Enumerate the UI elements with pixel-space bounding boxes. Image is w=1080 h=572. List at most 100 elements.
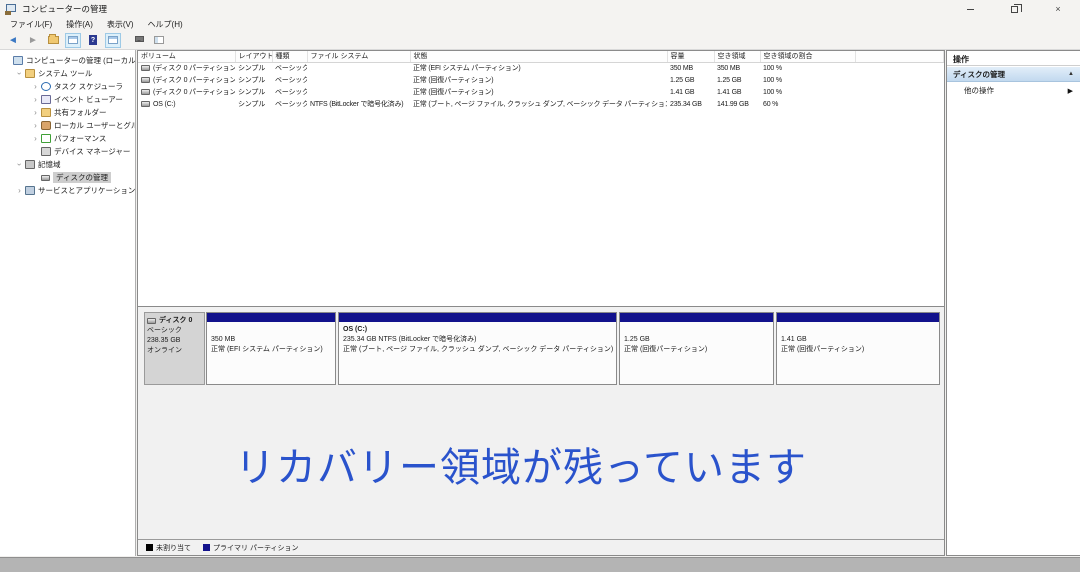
shared-folders-icon	[41, 108, 51, 117]
up-folder-button[interactable]	[45, 33, 61, 48]
disk-management-view: ボリューム レイアウト 種類 ファイル システム 状態 容量 空き領域 空き領域…	[137, 50, 945, 556]
col-free-percent[interactable]: 空き領域の割合	[760, 51, 855, 62]
disk-0-label[interactable]: ディスク 0 ベーシック 238.35 GB オンライン	[144, 312, 205, 385]
menu-help[interactable]: ヘルプ(H)	[141, 19, 190, 30]
expand-arrow-icon[interactable]: ›	[14, 186, 25, 195]
disk-status: オンライン	[147, 346, 202, 356]
disk-type: ベーシック	[147, 326, 202, 336]
volume-row[interactable]: (ディスク 0 パーティション 5) シンプル ベーシック 正常 (回復パーティ…	[138, 86, 944, 98]
context-menu-button[interactable]	[131, 33, 147, 48]
close-icon: ×	[1055, 4, 1060, 14]
forward-arrow-icon: ►	[28, 35, 38, 46]
col-free-space[interactable]: 空き領域	[714, 51, 760, 62]
partition-recovery-1[interactable]: 1.25 GB 正常 (回復パーティション)	[619, 312, 774, 385]
partition-color-band	[207, 313, 335, 322]
help-button[interactable]: ?	[85, 33, 101, 48]
actions-section-disk-management[interactable]: ディスクの管理 ▲	[947, 66, 1080, 82]
help-icon: ?	[89, 35, 97, 45]
menu-view[interactable]: 表示(V)	[100, 19, 141, 30]
expand-arrow-icon[interactable]: ›	[30, 95, 41, 104]
performance-icon	[41, 134, 51, 143]
volume-icon	[141, 65, 150, 71]
expand-arrow-icon[interactable]: ›	[30, 108, 41, 117]
title-bar: コンピューターの管理 ×	[0, 0, 1080, 18]
disk-icon	[147, 318, 156, 324]
computer-icon	[13, 56, 23, 65]
services-icon	[25, 186, 35, 195]
volume-row[interactable]: (ディスク 0 パーティション 4) シンプル ベーシック 正常 (回復パーティ…	[138, 74, 944, 86]
restore-icon	[1011, 6, 1018, 13]
legend-primary-partition: プライマリ パーティション	[203, 543, 299, 553]
tree-item-storage[interactable]: › 記憶域	[0, 158, 135, 171]
tree-item-local-users-groups[interactable]: › ローカル ユーザーとグループ	[0, 119, 135, 132]
show-action-pane-button[interactable]	[105, 33, 121, 48]
disk-size: 238.35 GB	[147, 336, 202, 346]
tree-item-task-scheduler[interactable]: › タスク スケジューラ	[0, 80, 135, 93]
partition-color-band	[777, 313, 939, 322]
col-layout[interactable]: レイアウト	[235, 51, 272, 62]
partition-color-band	[620, 313, 773, 322]
collapse-arrow-icon[interactable]: ›	[14, 160, 25, 169]
col-volume[interactable]: ボリューム	[138, 51, 235, 62]
back-button[interactable]: ◄	[5, 33, 21, 48]
partition-legend: 未割り当て プライマリ パーティション	[138, 539, 944, 555]
collapse-arrow-icon[interactable]: ›	[14, 69, 25, 78]
show-console-tree-button[interactable]	[65, 33, 81, 48]
local-users-icon	[41, 121, 51, 130]
tree-item-event-viewer[interactable]: › イベント ビューアー	[0, 93, 135, 106]
task-scheduler-icon	[41, 82, 51, 91]
more-actions-item[interactable]: 他の操作 ▶	[947, 82, 1080, 99]
system-tools-icon	[25, 69, 35, 78]
properties-pane-button[interactable]	[151, 33, 167, 48]
volume-row[interactable]: OS (C:) シンプル ベーシック NTFS (BitLocker で暗号化済…	[138, 98, 944, 110]
app-icon	[5, 4, 17, 15]
expand-arrow-icon[interactable]: ›	[30, 82, 41, 91]
tree-item-shared-folders[interactable]: › 共有フォルダー	[0, 106, 135, 119]
graphical-view: ディスク 0 ベーシック 238.35 GB オンライン 350 MB 正常 (…	[138, 307, 944, 539]
device-manager-icon	[41, 147, 51, 156]
back-arrow-icon: ◄	[8, 35, 18, 46]
volume-icon	[141, 101, 150, 107]
recovery-annotation-text: リカバリー領域が残っています	[138, 435, 944, 493]
folder-icon	[48, 36, 59, 44]
tree-item-computer-management[interactable]: コンピューターの管理 (ローカル)	[0, 54, 135, 67]
partition-os-c[interactable]: OS (C:) 235.34 GB NTFS (BitLocker で暗号化済み…	[338, 312, 617, 385]
submenu-arrow-icon: ▶	[1068, 87, 1073, 95]
menu-bar: ファイル(F) 操作(A) 表示(V) ヘルプ(H)	[0, 18, 1080, 31]
minimize-button[interactable]	[948, 0, 992, 18]
partition-color-band	[339, 313, 616, 322]
col-capacity[interactable]: 容量	[667, 51, 714, 62]
volume-row[interactable]: (ディスク 0 パーティション 1) シンプル ベーシック 正常 (EFI シス…	[138, 62, 944, 74]
col-file-system[interactable]: ファイル システム	[307, 51, 410, 62]
expand-arrow-icon[interactable]: ›	[30, 121, 41, 130]
context-menu-icon	[135, 36, 144, 42]
menu-file[interactable]: ファイル(F)	[3, 19, 59, 30]
col-type[interactable]: 種類	[272, 51, 307, 62]
restore-button[interactable]	[992, 0, 1036, 18]
forward-button[interactable]: ►	[25, 33, 41, 48]
volume-list: ボリューム レイアウト 種類 ファイル システム 状態 容量 空き領域 空き領域…	[138, 51, 944, 307]
expand-arrow-icon[interactable]: ›	[30, 134, 41, 143]
close-button[interactable]: ×	[1036, 0, 1080, 18]
tree-item-device-manager[interactable]: デバイス マネージャー	[0, 145, 135, 158]
unallocated-swatch-icon	[146, 544, 153, 551]
storage-icon	[25, 160, 35, 169]
console-tree: コンピューターの管理 (ローカル) › システム ツール › タスク スケジュー…	[0, 50, 136, 556]
actions-pane: 操作 ディスクの管理 ▲ 他の操作 ▶	[946, 50, 1080, 556]
tree-item-system-tools[interactable]: › システム ツール	[0, 67, 135, 80]
minimize-icon	[967, 9, 974, 10]
desktop-background	[0, 559, 1080, 572]
partition-efi[interactable]: 350 MB 正常 (EFI システム パーティション)	[206, 312, 336, 385]
console-window-icon	[68, 36, 78, 44]
tree-item-services-applications[interactable]: › サービスとアプリケーション	[0, 184, 135, 197]
collapse-section-icon[interactable]: ▲	[1068, 71, 1074, 77]
toolbar: ◄ ► ?	[0, 31, 1080, 50]
volume-icon	[141, 77, 150, 83]
tree-item-disk-management[interactable]: ディスクの管理	[0, 171, 135, 184]
menu-action[interactable]: 操作(A)	[59, 19, 100, 30]
tree-item-performance[interactable]: › パフォーマンス	[0, 132, 135, 145]
volume-icon	[141, 89, 150, 95]
col-status[interactable]: 状態	[410, 51, 667, 62]
partition-recovery-2[interactable]: 1.41 GB 正常 (回復パーティション)	[776, 312, 940, 385]
volume-table-header: ボリューム レイアウト 種類 ファイル システム 状態 容量 空き領域 空き領域…	[138, 51, 944, 62]
